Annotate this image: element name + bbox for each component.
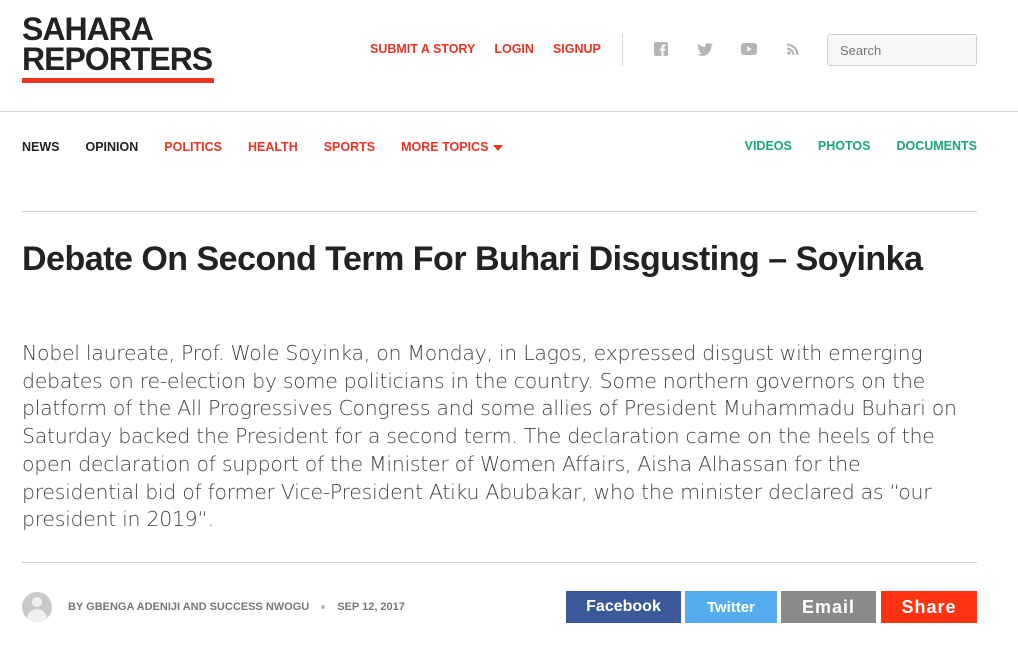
email-share-button[interactable]: Email bbox=[781, 591, 876, 623]
nav-politics[interactable]: POLITICS bbox=[164, 140, 222, 154]
logo-underline bbox=[22, 78, 214, 83]
share-button[interactable]: Share bbox=[881, 591, 977, 623]
facebook-icon[interactable] bbox=[650, 40, 672, 58]
login-link[interactable]: LOGIN bbox=[494, 42, 534, 56]
twitter-icon[interactable] bbox=[694, 40, 716, 58]
nav-sports[interactable]: SPORTS bbox=[324, 140, 375, 154]
account-links: SUBMIT A STORY LOGIN SIGNUP bbox=[370, 42, 620, 56]
facebook-share-button[interactable]: Facebook bbox=[566, 591, 681, 623]
submit-story-link[interactable]: SUBMIT A STORY bbox=[370, 42, 475, 56]
nav-more-topics[interactable]: MORE TOPICS bbox=[401, 140, 504, 154]
avatar-head bbox=[32, 597, 42, 607]
publish-date: SEP 12, 2017 bbox=[337, 601, 405, 613]
social-links bbox=[650, 40, 826, 58]
header-divider bbox=[622, 34, 623, 66]
logo-line-2: REPORTERS bbox=[22, 41, 213, 77]
author-names[interactable]: BY GBENGA ADENIJI AND SUCCESS NWOGU bbox=[68, 601, 309, 613]
media-nav: VIDEOS PHOTOS DOCUMENTS bbox=[719, 139, 977, 153]
nav-more-topics-label: MORE TOPICS bbox=[401, 140, 489, 154]
article-summary: Nobel laureate, Prof. Wole Soyinka, on M… bbox=[22, 341, 957, 532]
logo-line-1: SAHARA bbox=[22, 11, 154, 47]
nav-opinion[interactable]: OPINION bbox=[86, 140, 139, 154]
separator-dot bbox=[321, 605, 326, 609]
main-nav: NEWS OPINION POLITICS HEALTH SPORTS MORE… bbox=[22, 139, 529, 155]
twitter-share-button[interactable]: Twitter bbox=[685, 591, 777, 623]
avatar-body bbox=[27, 609, 47, 622]
site-header: SAHARA REPORTERS SUBMIT A STORY LOGIN SI… bbox=[0, 0, 1018, 112]
avatar bbox=[22, 592, 52, 622]
nav-health[interactable]: HEALTH bbox=[248, 140, 298, 154]
signup-link[interactable]: SIGNUP bbox=[553, 42, 601, 56]
site-logo[interactable]: SAHARA REPORTERS bbox=[22, 11, 214, 83]
nav-documents[interactable]: DOCUMENTS bbox=[896, 139, 977, 153]
nav-news[interactable]: NEWS bbox=[22, 140, 60, 154]
byline: BY GBENGA ADENIJI AND SUCCESS NWOGU SEP … bbox=[22, 592, 405, 622]
rss-icon[interactable] bbox=[782, 40, 804, 58]
caret-down-icon bbox=[493, 144, 504, 151]
article-title: Debate On Second Term For Buhari Disgust… bbox=[22, 240, 923, 278]
youtube-icon[interactable] bbox=[738, 40, 760, 58]
divider-bottom bbox=[22, 562, 977, 563]
nav-photos[interactable]: PHOTOS bbox=[818, 139, 871, 153]
nav-videos[interactable]: VIDEOS bbox=[745, 139, 792, 153]
search-input[interactable] bbox=[827, 34, 977, 66]
divider-top bbox=[22, 211, 977, 212]
